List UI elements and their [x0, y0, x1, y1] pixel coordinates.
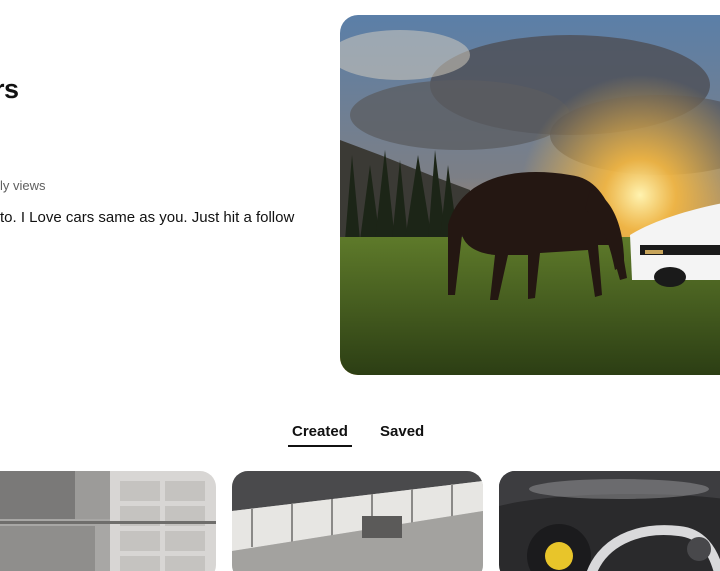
pin-tile[interactable] [499, 471, 720, 571]
tab-created[interactable]: Created [292, 423, 348, 440]
profile-tabs: Created Saved [0, 423, 720, 451]
profile-title: rs [0, 74, 19, 104]
pin-tile[interactable] [0, 471, 216, 571]
building-balcony-image [232, 471, 483, 571]
monthly-views: ly views [0, 178, 46, 193]
active-tab-indicator [288, 445, 352, 447]
profile-bio: to. I Love cars same as you. Just hit a … [0, 209, 295, 226]
profile-page: rs ly views to. I Love cars same as you.… [0, 0, 720, 571]
building-image [0, 471, 216, 571]
car-interior-image [499, 471, 720, 571]
tab-saved[interactable]: Saved [380, 423, 424, 440]
pin-tile[interactable] [232, 471, 483, 571]
cover-image [340, 15, 720, 375]
